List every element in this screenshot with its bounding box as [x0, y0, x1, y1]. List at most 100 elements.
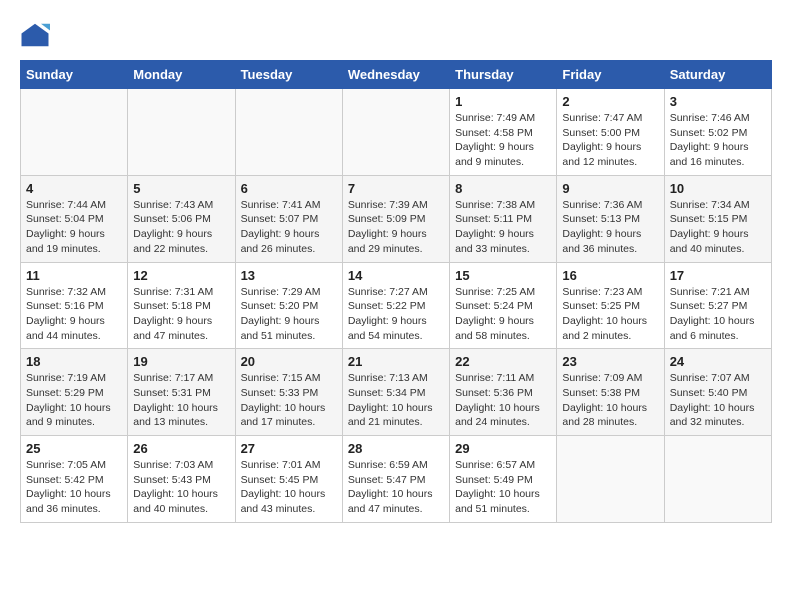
day-number: 7	[348, 181, 444, 196]
calendar-cell: 29 Sunrise: 6:57 AM Sunset: 5:49 PM Dayli…	[450, 436, 557, 523]
calendar-cell: 28 Sunrise: 6:59 AM Sunset: 5:47 PM Dayli…	[342, 436, 449, 523]
calendar-cell: 26 Sunrise: 7:03 AM Sunset: 5:43 PM Dayli…	[128, 436, 235, 523]
calendar-cell	[235, 89, 342, 176]
calendar-cell: 4Sunrise: 7:44 AM Sunset: 5:04 PM Daylig…	[21, 175, 128, 262]
calendar-cell	[664, 436, 771, 523]
day-number: 12	[133, 268, 229, 283]
day-number: 19	[133, 354, 229, 369]
day-number: 14	[348, 268, 444, 283]
day-info: Sunrise: 7:25 AM Sunset: 5:24 PM Dayligh…	[455, 285, 551, 344]
day-info: Sunrise: 7:19 AM Sunset: 5:29 PM Dayligh…	[26, 371, 122, 430]
day-info: Sunrise: 7:39 AM Sunset: 5:09 PM Dayligh…	[348, 198, 444, 257]
day-info: Sunrise: 7:43 AM Sunset: 5:06 PM Dayligh…	[133, 198, 229, 257]
day-number: 28	[348, 441, 444, 456]
calendar-cell: 22 Sunrise: 7:11 AM Sunset: 5:36 PM Dayli…	[450, 349, 557, 436]
calendar-cell: 15 Sunrise: 7:25 AM Sunset: 5:24 PM Dayli…	[450, 262, 557, 349]
day-info: Sunrise: 7:23 AM Sunset: 5:25 PM Dayligh…	[562, 285, 658, 344]
day-info: Sunrise: 7:07 AM Sunset: 5:40 PM Dayligh…	[670, 371, 766, 430]
week-row-2: 4Sunrise: 7:44 AM Sunset: 5:04 PM Daylig…	[21, 175, 772, 262]
week-row-1: 1Sunrise: 7:49 AM Sunset: 4:58 PM Daylig…	[21, 89, 772, 176]
day-info: Sunrise: 6:57 AM Sunset: 5:49 PM Dayligh…	[455, 458, 551, 517]
day-info: Sunrise: 7:31 AM Sunset: 5:18 PM Dayligh…	[133, 285, 229, 344]
day-header-thursday: Thursday	[450, 61, 557, 89]
day-number: 23	[562, 354, 658, 369]
day-info: Sunrise: 7:32 AM Sunset: 5:16 PM Dayligh…	[26, 285, 122, 344]
day-number: 18	[26, 354, 122, 369]
day-number: 24	[670, 354, 766, 369]
day-info: Sunrise: 7:03 AM Sunset: 5:43 PM Dayligh…	[133, 458, 229, 517]
day-number: 6	[241, 181, 337, 196]
day-number: 17	[670, 268, 766, 283]
week-row-4: 18 Sunrise: 7:19 AM Sunset: 5:29 PM Dayli…	[21, 349, 772, 436]
calendar-cell: 17 Sunrise: 7:21 AM Sunset: 5:27 PM Dayli…	[664, 262, 771, 349]
calendar-cell: 19 Sunrise: 7:17 AM Sunset: 5:31 PM Dayli…	[128, 349, 235, 436]
calendar-cell: 12 Sunrise: 7:31 AM Sunset: 5:18 PM Dayli…	[128, 262, 235, 349]
calendar-cell: 23 Sunrise: 7:09 AM Sunset: 5:38 PM Dayli…	[557, 349, 664, 436]
day-info: Sunrise: 7:46 AM Sunset: 5:02 PM Dayligh…	[670, 111, 766, 170]
day-number: 22	[455, 354, 551, 369]
calendar-cell: 16 Sunrise: 7:23 AM Sunset: 5:25 PM Dayli…	[557, 262, 664, 349]
day-number: 29	[455, 441, 551, 456]
calendar-cell: 1Sunrise: 7:49 AM Sunset: 4:58 PM Daylig…	[450, 89, 557, 176]
day-info: Sunrise: 6:59 AM Sunset: 5:47 PM Dayligh…	[348, 458, 444, 517]
week-row-5: 25 Sunrise: 7:05 AM Sunset: 5:42 PM Dayli…	[21, 436, 772, 523]
day-number: 3	[670, 94, 766, 109]
calendar-table: SundayMondayTuesdayWednesdayThursdayFrid…	[20, 60, 772, 523]
calendar-cell: 3 Sunrise: 7:46 AM Sunset: 5:02 PM Daylig…	[664, 89, 771, 176]
calendar-cell: 5 Sunrise: 7:43 AM Sunset: 5:06 PM Daylig…	[128, 175, 235, 262]
day-number: 26	[133, 441, 229, 456]
day-number: 27	[241, 441, 337, 456]
day-info: Sunrise: 7:21 AM Sunset: 5:27 PM Dayligh…	[670, 285, 766, 344]
day-info: Sunrise: 7:44 AM Sunset: 5:04 PM Dayligh…	[26, 198, 122, 257]
day-number: 8	[455, 181, 551, 196]
day-number: 13	[241, 268, 337, 283]
calendar-cell: 25 Sunrise: 7:05 AM Sunset: 5:42 PM Dayli…	[21, 436, 128, 523]
day-info: Sunrise: 7:36 AM Sunset: 5:13 PM Dayligh…	[562, 198, 658, 257]
calendar-cell: 10Sunrise: 7:34 AM Sunset: 5:15 PM Dayli…	[664, 175, 771, 262]
calendar-cell: 9 Sunrise: 7:36 AM Sunset: 5:13 PM Daylig…	[557, 175, 664, 262]
day-number: 10	[670, 181, 766, 196]
calendar-cell: 8 Sunrise: 7:38 AM Sunset: 5:11 PM Daylig…	[450, 175, 557, 262]
calendar-cell: 20 Sunrise: 7:15 AM Sunset: 5:33 PM Dayli…	[235, 349, 342, 436]
calendar-cell: 24 Sunrise: 7:07 AM Sunset: 5:40 PM Dayli…	[664, 349, 771, 436]
day-info: Sunrise: 7:11 AM Sunset: 5:36 PM Dayligh…	[455, 371, 551, 430]
day-number: 15	[455, 268, 551, 283]
day-info: Sunrise: 7:47 AM Sunset: 5:00 PM Dayligh…	[562, 111, 658, 170]
day-header-tuesday: Tuesday	[235, 61, 342, 89]
day-info: Sunrise: 7:29 AM Sunset: 5:20 PM Dayligh…	[241, 285, 337, 344]
day-number: 25	[26, 441, 122, 456]
day-info: Sunrise: 7:38 AM Sunset: 5:11 PM Dayligh…	[455, 198, 551, 257]
day-info: Sunrise: 7:13 AM Sunset: 5:34 PM Dayligh…	[348, 371, 444, 430]
day-info: Sunrise: 7:05 AM Sunset: 5:42 PM Dayligh…	[26, 458, 122, 517]
day-number: 1	[455, 94, 551, 109]
day-number: 21	[348, 354, 444, 369]
day-number: 16	[562, 268, 658, 283]
day-number: 9	[562, 181, 658, 196]
day-number: 2	[562, 94, 658, 109]
calendar-cell: 6Sunrise: 7:41 AM Sunset: 5:07 PM Daylig…	[235, 175, 342, 262]
day-info: Sunrise: 7:17 AM Sunset: 5:31 PM Dayligh…	[133, 371, 229, 430]
calendar-cell: 11 Sunrise: 7:32 AM Sunset: 5:16 PM Dayli…	[21, 262, 128, 349]
day-info: Sunrise: 7:01 AM Sunset: 5:45 PM Dayligh…	[241, 458, 337, 517]
day-header-wednesday: Wednesday	[342, 61, 449, 89]
calendar-cell: 27 Sunrise: 7:01 AM Sunset: 5:45 PM Dayli…	[235, 436, 342, 523]
header	[20, 20, 772, 50]
calendar-cell: 7 Sunrise: 7:39 AM Sunset: 5:09 PM Daylig…	[342, 175, 449, 262]
day-header-sunday: Sunday	[21, 61, 128, 89]
calendar-cell: 18 Sunrise: 7:19 AM Sunset: 5:29 PM Dayli…	[21, 349, 128, 436]
header-row: SundayMondayTuesdayWednesdayThursdayFrid…	[21, 61, 772, 89]
calendar-cell: 14Sunrise: 7:27 AM Sunset: 5:22 PM Dayli…	[342, 262, 449, 349]
calendar-cell	[342, 89, 449, 176]
day-header-monday: Monday	[128, 61, 235, 89]
calendar-cell: 2 Sunrise: 7:47 AM Sunset: 5:00 PM Daylig…	[557, 89, 664, 176]
day-number: 20	[241, 354, 337, 369]
logo-icon	[20, 20, 50, 50]
day-header-saturday: Saturday	[664, 61, 771, 89]
day-number: 11	[26, 268, 122, 283]
logo	[20, 20, 54, 50]
calendar-cell: 13 Sunrise: 7:29 AM Sunset: 5:20 PM Dayli…	[235, 262, 342, 349]
day-info: Sunrise: 7:15 AM Sunset: 5:33 PM Dayligh…	[241, 371, 337, 430]
day-number: 5	[133, 181, 229, 196]
calendar-cell	[557, 436, 664, 523]
day-info: Sunrise: 7:09 AM Sunset: 5:38 PM Dayligh…	[562, 371, 658, 430]
